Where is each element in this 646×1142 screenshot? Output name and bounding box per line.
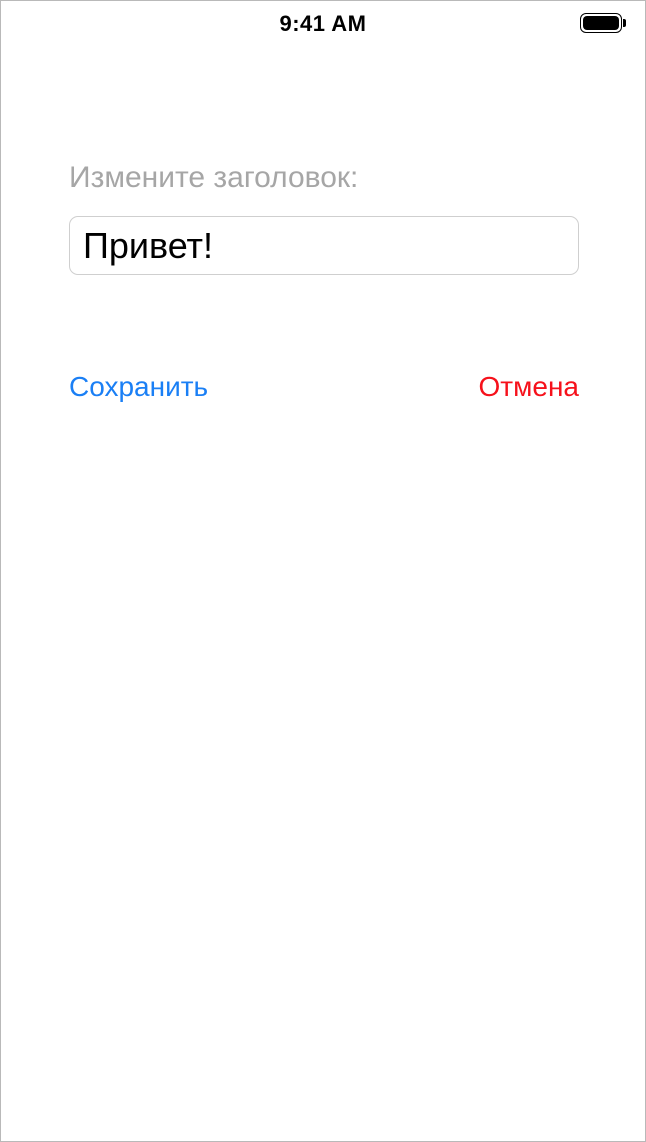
cancel-button[interactable]: Отмена (479, 371, 579, 403)
save-button[interactable]: Сохранить (69, 371, 208, 403)
status-bar: 9:41 AM (1, 1, 645, 45)
battery-body (580, 13, 622, 33)
status-time: 9:41 AM (279, 11, 367, 36)
title-input[interactable] (69, 216, 579, 275)
battery-cap (623, 19, 626, 27)
screen: 9:41 AM Измените заголовок: Сохранить От… (0, 0, 646, 1142)
battery-fill (583, 16, 619, 30)
prompt-label: Измените заголовок: (69, 161, 359, 194)
battery-full-icon (580, 13, 626, 35)
